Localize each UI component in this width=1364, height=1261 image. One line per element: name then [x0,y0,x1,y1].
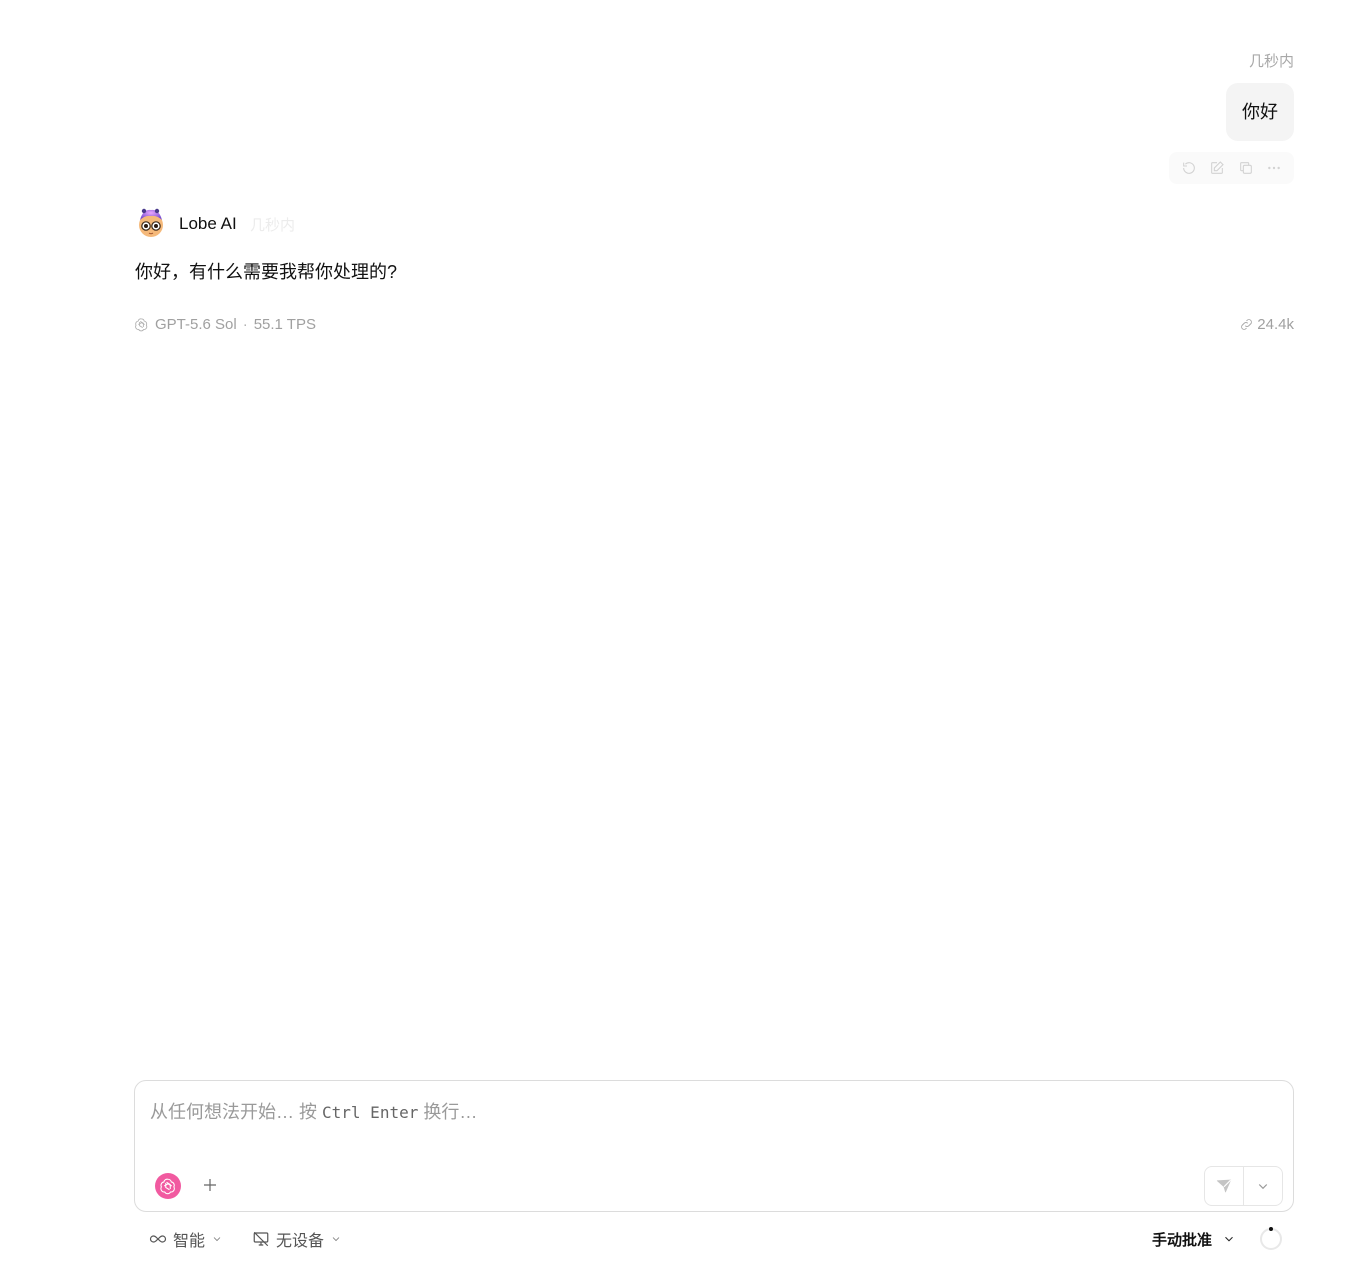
assistant-name: Lobe AI [179,214,237,233]
mode-selector[interactable]: 智能 [149,1228,223,1250]
user-message-time: 几秒内 [1248,53,1294,70]
chevron-down-icon [1258,1184,1268,1190]
assistant-message-meta: GPT-5.6 Sol · 55.1 TPS [134,316,316,333]
regenerate-icon[interactable] [1180,159,1198,177]
chat-input[interactable]: 从任何想法开始… 按 Ctrl Enter 换行… [150,1098,1270,1124]
link-icon [1241,319,1253,330]
model-selector-button[interactable] [155,1173,181,1199]
token-count: 24.4k [1257,316,1294,333]
user-message-actions [1169,152,1294,184]
add-button[interactable] [199,1174,221,1196]
assistant-message-time: 几秒内 [250,217,296,234]
more-icon[interactable] [1265,159,1283,177]
chevron-down-icon [332,1237,340,1242]
model-name[interactable]: GPT-5.6 Sol [155,316,237,333]
meta-separator: · [242,316,248,333]
device-selector[interactable]: 无设备 [252,1228,342,1250]
copy-icon[interactable] [1237,159,1255,177]
spinner-indicator [1269,1227,1273,1231]
openai-icon [135,318,148,332]
approval-mode-selector[interactable]: 手动批准 [1152,1228,1236,1250]
assistant-avatar[interactable] [135,206,167,238]
tokens-per-second: 55.1 TPS [253,316,316,333]
approval-label: 手动批准 [1151,1231,1212,1249]
openai-icon [160,1178,175,1195]
assistant-message-text: 你好，有什么需要我帮你处理的? [135,262,398,282]
plus-icon [204,1179,216,1191]
send-button[interactable] [1205,1167,1244,1205]
edit-icon[interactable] [1208,159,1226,177]
infinity-icon [149,1235,167,1243]
chevron-down-icon [213,1237,221,1242]
user-message-bubble: 你好 [1226,83,1294,141]
loading-spinner [1260,1228,1282,1250]
placeholder-end: 换行… [418,1102,478,1122]
send-options-button[interactable] [1244,1167,1282,1205]
no-device-icon [253,1231,269,1247]
chat-composer: 从任何想法开始… 按 Ctrl Enter 换行… [134,1080,1294,1212]
chevron-down-icon [1225,1236,1233,1242]
token-usage[interactable]: 24.4k [1239,316,1294,333]
send-button-group [1204,1166,1283,1206]
mode-label: 智能 [173,1233,206,1250]
placeholder-shortcut: Ctrl Enter [322,1103,419,1122]
send-icon [1216,1179,1232,1193]
placeholder-main: 从任何想法开始… 按 [150,1102,323,1122]
device-label: 无设备 [276,1233,325,1250]
